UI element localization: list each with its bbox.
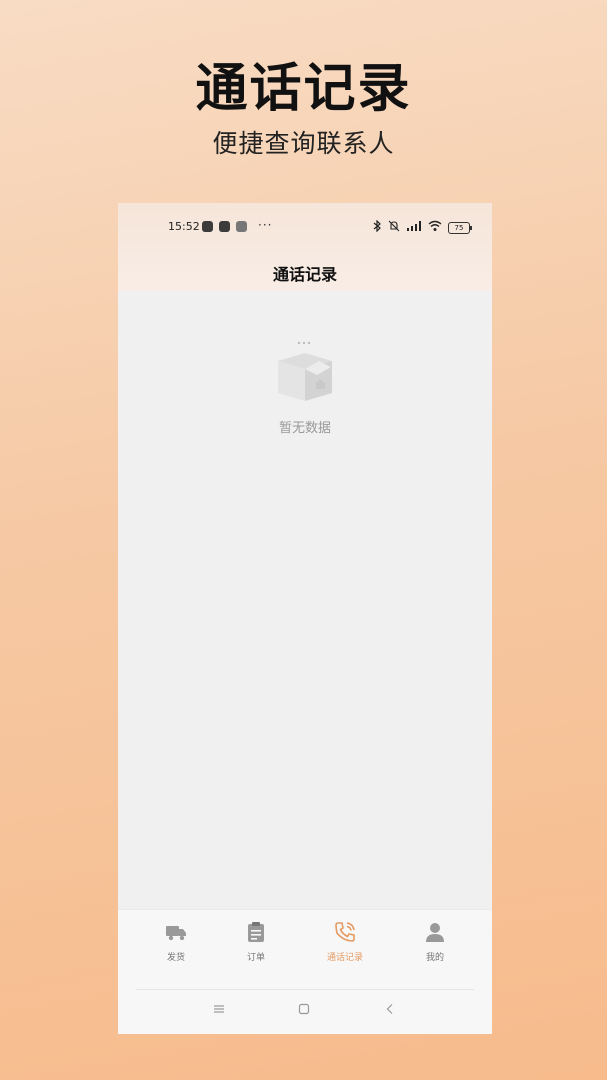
mute-bell-icon (388, 220, 400, 235)
tab-label: 订单 (246, 953, 265, 963)
system-navigation-bar (118, 989, 492, 1034)
status-bar: 15:52 ··· 75 (118, 218, 492, 237)
back-icon[interactable] (380, 1003, 400, 1019)
divider (136, 989, 474, 990)
bluetooth-icon (372, 219, 382, 235)
phone-notification-icon (202, 221, 213, 232)
hero-title: 通话记录 (195, 59, 412, 119)
status-time: 15:52 (168, 220, 200, 233)
wifi-icon (428, 220, 442, 235)
empty-state-text: 暂无数据 (278, 421, 331, 436)
signal-icon (406, 220, 422, 235)
user-icon (423, 920, 447, 944)
tab-label: 发货 (166, 953, 185, 963)
phone-call-icon (333, 920, 357, 944)
clipboard-icon (244, 920, 268, 944)
truck-icon (164, 920, 188, 944)
tab-label: 通话记录 (326, 953, 363, 963)
page-title: 通话记录 (272, 265, 337, 284)
bottom-tab-bar: 发货 订单 通话记录 我的 (118, 909, 492, 990)
empty-box-icon (275, 339, 335, 405)
battery-icon: 75 (448, 221, 472, 234)
hero-subtitle: 便捷查询联系人 (212, 129, 395, 158)
tab-orders[interactable]: 订单 (216, 920, 296, 963)
phone-screen: 15:52 ··· 75 通话记录 暂无数据 发货 订单 通话记录 我的 (118, 203, 492, 1034)
home-icon[interactable] (294, 1003, 314, 1019)
tab-call-records[interactable]: 通话记录 (305, 920, 385, 963)
tab-ship[interactable]: 发货 (136, 920, 216, 963)
tab-label: 我的 (425, 953, 444, 963)
shield-notification-icon (219, 221, 230, 232)
menu-icon[interactable] (209, 1003, 229, 1019)
more-notifications-icon: ··· (258, 218, 273, 232)
message-notification-icon (236, 221, 247, 232)
tab-me[interactable]: 我的 (395, 920, 475, 963)
top-bar: 15:52 ··· 75 通话记录 (118, 203, 492, 291)
